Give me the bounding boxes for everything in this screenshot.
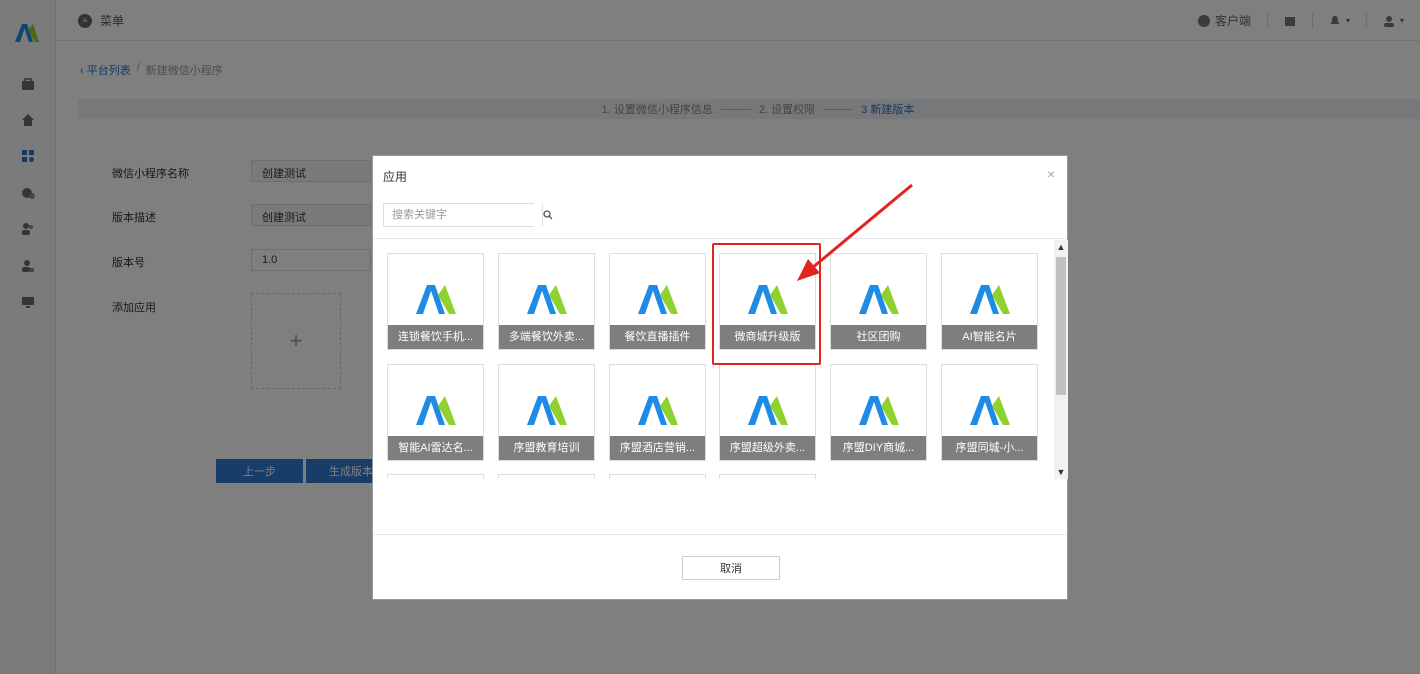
- app-tile-label: 智能AI雷达名...: [388, 436, 483, 460]
- app-logo-icon: [527, 396, 567, 425]
- app-logo-icon: [970, 396, 1010, 425]
- scroll-up-button[interactable]: ▲: [1054, 240, 1068, 254]
- app-tile-label: 餐饮直播插件: [610, 325, 705, 349]
- divider: [373, 534, 1067, 535]
- app-tile-label: 序盟酒店营销...: [610, 436, 705, 460]
- app-tile-label: 序盟同城-小...: [942, 436, 1037, 460]
- app-logo-icon: [416, 285, 456, 314]
- search-button[interactable]: [542, 204, 553, 226]
- app-tile[interactable]: 序盟酒店营销...: [609, 364, 706, 461]
- app-tile-label: 序盟DIY商城...: [831, 436, 926, 460]
- app-tile-label: 序盟超级外卖...: [720, 436, 815, 460]
- app-tile[interactable]: 智能AI雷达名...: [387, 364, 484, 461]
- app-tile[interactable]: 连锁餐饮手机...: [387, 253, 484, 350]
- modal-title: 应用: [383, 170, 408, 184]
- app-tile[interactable]: 多端餐饮外卖...: [498, 253, 595, 350]
- highlight-box: [712, 243, 821, 365]
- app-tile[interactable]: 序盟DIY商城...: [830, 364, 927, 461]
- app-tile[interactable]: [498, 474, 595, 479]
- divider: [373, 238, 1067, 239]
- app-tile-label: 社区团购: [831, 325, 926, 349]
- app-tile-label: 连锁餐饮手机...: [388, 325, 483, 349]
- app-logo-icon: [970, 285, 1010, 314]
- app-logo-icon: [748, 396, 788, 425]
- scrollbar[interactable]: ▲ ▼: [1054, 240, 1068, 479]
- cancel-button[interactable]: 取消: [682, 556, 780, 580]
- app-tile[interactable]: 序盟超级外卖...: [719, 364, 816, 461]
- app-tile-label: AI智能名片: [942, 325, 1037, 349]
- app-tile[interactable]: [719, 474, 816, 479]
- app-logo-icon: [638, 285, 678, 314]
- scroll-thumb[interactable]: [1056, 257, 1066, 395]
- app-logo-icon: [527, 285, 567, 314]
- app-tile[interactable]: 社区团购: [830, 253, 927, 350]
- close-icon[interactable]: ×: [1047, 166, 1055, 182]
- search-box: [383, 203, 553, 227]
- app-logo-icon: [416, 396, 456, 425]
- app-tile[interactable]: 序盟教育培训: [498, 364, 595, 461]
- app-tile[interactable]: 序盟同城-小...: [941, 364, 1038, 461]
- app-logo-icon: [859, 285, 899, 314]
- app-logo-icon: [859, 396, 899, 425]
- search-input[interactable]: [384, 204, 542, 226]
- app-tile[interactable]: [609, 474, 706, 479]
- app-logo-icon: [638, 396, 678, 425]
- search-icon: [543, 210, 553, 220]
- scroll-down-button[interactable]: ▼: [1054, 465, 1068, 479]
- app-tile[interactable]: 餐饮直播插件: [609, 253, 706, 350]
- app-tile-label: 多端餐饮外卖...: [499, 325, 594, 349]
- app-tile-label: 序盟教育培训: [499, 436, 594, 460]
- app-tile[interactable]: [387, 474, 484, 479]
- app-tile[interactable]: AI智能名片: [941, 253, 1038, 350]
- app-picker-modal: 应用 × 连锁餐饮手机...多端餐饮外卖...餐饮直播插件微商城升级版社区团购A…: [372, 155, 1068, 600]
